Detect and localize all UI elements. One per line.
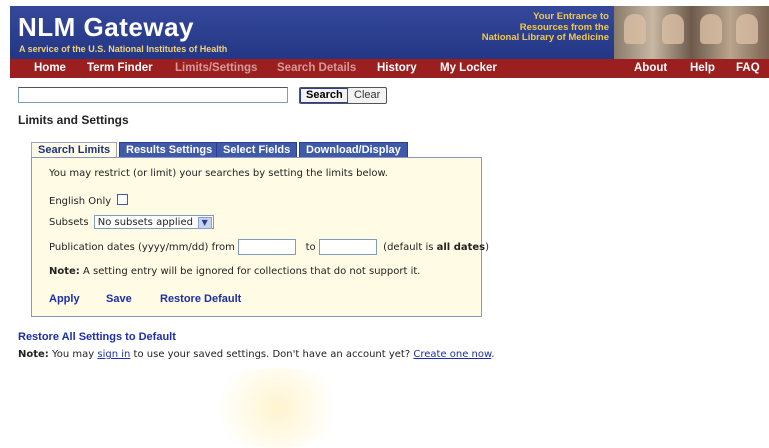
pubdates-label: Publication dates (yyyy/mm/dd) from: [49, 242, 235, 253]
search-button[interactable]: Search: [299, 87, 350, 104]
pubdates-to-label: to: [305, 242, 316, 253]
sign-in-link[interactable]: sign in: [97, 349, 130, 360]
tab-download-display[interactable]: Download/Display: [299, 142, 408, 158]
nav-home[interactable]: Home: [34, 62, 66, 74]
panel-note-text: A setting entry will be ignored for coll…: [83, 266, 421, 277]
subsets-label: Subsets: [49, 217, 89, 228]
english-only-label: English Only: [49, 196, 112, 207]
save-link[interactable]: Save: [106, 293, 132, 305]
tagline-line-1: Your Entrance to: [533, 11, 609, 22]
pubdate-to-input[interactable]: [318, 239, 377, 255]
pubdate-from-input[interactable]: [238, 239, 297, 255]
header-tagline: Your Entrance to Resources from the Nati…: [481, 11, 609, 44]
site-logo-title[interactable]: NLM Gateway: [18, 12, 194, 43]
footer-note-part2: to use your saved settings. Don't have a…: [133, 349, 411, 360]
panel-note: Note: A setting entry will be ignored fo…: [49, 266, 420, 277]
footer-note: Note: You may sign in to use your saved …: [18, 349, 494, 360]
tab-results-settings[interactable]: Results Settings: [119, 142, 220, 158]
footer-note-label: Note:: [18, 349, 49, 360]
apply-link[interactable]: Apply: [49, 293, 80, 305]
nav-faq[interactable]: FAQ: [736, 62, 760, 74]
english-only-row: English Only: [49, 194, 129, 207]
nav-limits-settings: Limits/Settings: [175, 62, 258, 74]
nav-about[interactable]: About: [634, 62, 667, 74]
subsets-selected-value: No subsets applied: [97, 217, 193, 228]
pubdates-default-prefix: (default is: [383, 242, 434, 253]
pubdates-row: Publication dates (yyyy/mm/dd) from to (…: [49, 239, 489, 255]
photo-person-2: [662, 14, 684, 44]
main-nav-bar: Home Term Finder Limits/Settings Search …: [10, 59, 769, 78]
photo-person-3: [700, 14, 722, 44]
photo-person-1: [624, 14, 646, 44]
create-account-link[interactable]: Create one now: [413, 349, 491, 360]
nav-help[interactable]: Help: [690, 62, 715, 74]
footer-note-part1: You may: [52, 349, 95, 360]
restore-all-settings-link[interactable]: Restore All Settings to Default: [18, 331, 176, 343]
photo-person-4: [736, 14, 758, 44]
subsets-select[interactable]: No subsets applied ▼: [93, 215, 214, 229]
header-photo-strip: [614, 6, 769, 59]
search-input[interactable]: [18, 87, 288, 103]
tab-select-fields[interactable]: Select Fields: [216, 142, 298, 158]
site-header: NLM Gateway A service of the U.S. Nation…: [10, 6, 769, 59]
nav-term-finder[interactable]: Term Finder: [87, 62, 153, 74]
footer-note-end: .: [491, 349, 495, 360]
pubdates-default-value: all dates: [436, 242, 486, 253]
search-limits-panel: You may restrict (or limit) your searche…: [31, 157, 489, 448]
tagline-line-3: National Library of Medicine: [481, 32, 609, 43]
panel-note-label: Note:: [49, 266, 80, 277]
clear-button[interactable]: Clear: [347, 87, 388, 104]
nav-history[interactable]: History: [377, 62, 417, 74]
chevron-down-icon[interactable]: ▼: [197, 217, 212, 229]
pubdates-default-suffix: ): [485, 242, 490, 253]
site-logo-subtitle: A service of the U.S. National Institute…: [19, 44, 228, 54]
nav-my-locker[interactable]: My Locker: [440, 62, 497, 74]
page-title: Limits and Settings: [18, 113, 129, 127]
restore-default-link[interactable]: Restore Default: [160, 293, 241, 305]
english-only-checkbox[interactable]: [117, 194, 129, 205]
nav-search-details: Search Details: [277, 62, 357, 74]
panel-intro: You may restrict (or limit) your searche…: [49, 168, 388, 179]
subsets-row: Subsets No subsets applied ▼: [49, 215, 214, 229]
panel-watermark: [202, 368, 352, 448]
